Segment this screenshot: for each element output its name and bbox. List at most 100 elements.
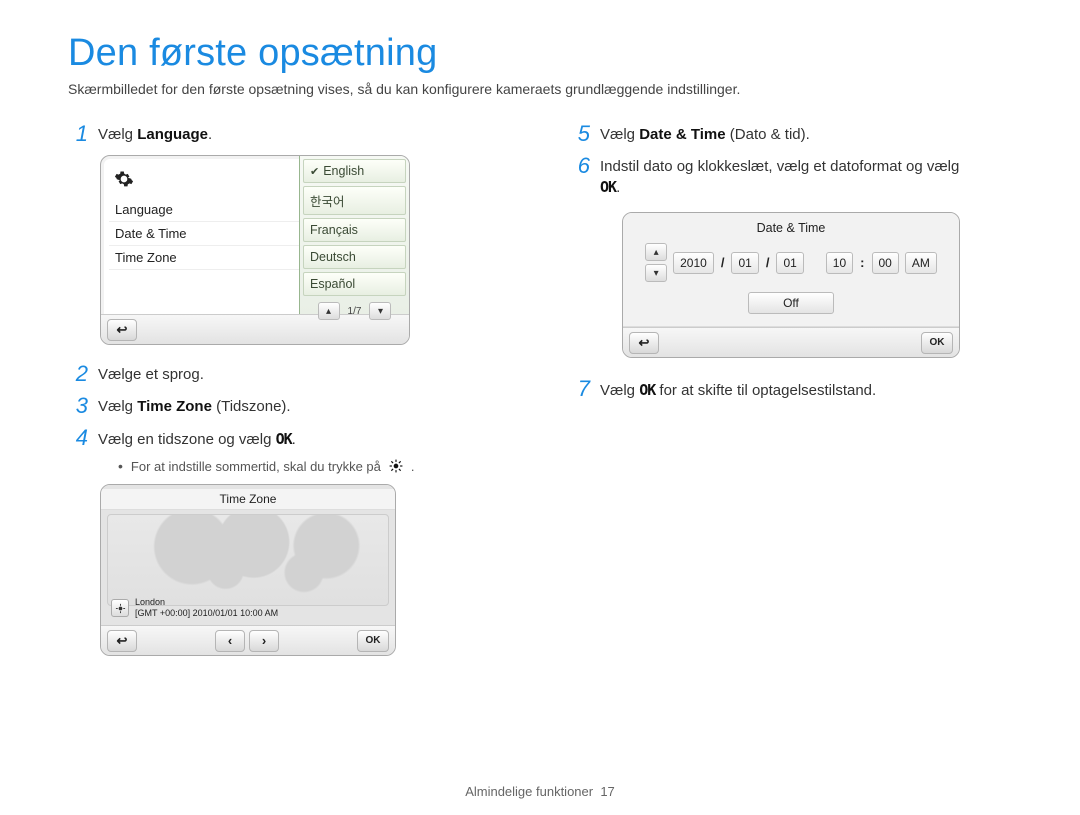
language-option-english[interactable]: ✔ English — [303, 159, 406, 183]
step-3: 3 Vælg Time Zone (Tidszone). — [68, 395, 510, 417]
timezone-title: Time Zone — [101, 489, 395, 510]
option-label: Deutsch — [310, 250, 356, 264]
step-number: 3 — [68, 395, 88, 417]
gear-icon — [111, 166, 137, 192]
step-pre: Indstil dato og klokkeslæt, vælg et dato… — [600, 158, 959, 175]
page-footer: Almindelige funktioner 17 — [0, 784, 1080, 799]
step-text: Vælge et sprog. — [98, 363, 204, 385]
step-1: 1 Vælg Language. — [68, 123, 510, 145]
step-4-bullet: • For at indstille sommertid, skal du tr… — [118, 458, 510, 474]
step-2: 2 Vælge et sprog. — [68, 363, 510, 385]
ampm-cell[interactable]: AM — [905, 252, 937, 274]
bullet-icon: • — [118, 458, 123, 474]
datetime-screen: Date & Time ▴ ▾ 2010 / 01 / 01 10 : — [622, 212, 960, 358]
step-text: Vælg Date & Time (Dato & tid). — [600, 123, 810, 145]
timezone-city: London — [135, 597, 278, 608]
footer-section: Almindelige funktioner — [465, 784, 593, 799]
ok-glyph: OK — [600, 178, 616, 196]
timezone-footer: ↩ ‹ › OK — [101, 625, 395, 655]
step-number: 6 — [570, 155, 590, 177]
hour-cell[interactable]: 10 — [826, 252, 853, 274]
step-pre: Vælg — [98, 398, 137, 415]
next-button[interactable]: › — [249, 630, 279, 652]
timezone-map[interactable] — [107, 514, 389, 606]
nav-group: ‹ › — [215, 630, 279, 652]
manual-page: Den første opsætning Skærmbilledet for d… — [0, 0, 1080, 815]
ok-glyph: OK — [639, 381, 655, 399]
language-pager: ▴ 1/7 ▾ — [303, 299, 406, 323]
step-text: Vælg Time Zone (Tidszone). — [98, 395, 291, 417]
step-5: 5 Vælg Date & Time (Dato & tid). — [570, 123, 1012, 145]
step-4: 4 Vælg en tidszone og vælg OK. — [68, 427, 510, 450]
day-cell[interactable]: 01 — [776, 252, 803, 274]
step-text: Vælg OK for at skifte til optagelsestils… — [600, 378, 876, 401]
back-button[interactable]: ↩ — [629, 332, 659, 354]
timezone-info: London [GMT +00:00] 2010/01/01 10:00 AM — [111, 597, 278, 619]
date-separator: / — [765, 255, 771, 270]
step-text: Indstil dato og klokkeslæt, vælg et dato… — [600, 155, 959, 198]
language-option-spanish[interactable]: Español — [303, 272, 406, 296]
language-body: Language Date & Time Time Zone ✔ English… — [101, 156, 409, 314]
dateformat-off-button[interactable]: Off — [748, 292, 834, 314]
step-pre: Vælg — [600, 126, 639, 143]
pager-label: 1/7 — [342, 306, 368, 317]
bullet-text: For at indstille sommertid, skal du tryk… — [131, 459, 381, 474]
ok-button[interactable]: OK — [357, 630, 389, 652]
language-option-korean[interactable]: 한국어 — [303, 186, 406, 215]
menu-item-timezone[interactable]: Time Zone — [109, 246, 299, 270]
step-post: . — [208, 126, 212, 143]
check-icon: ✔ — [310, 165, 319, 178]
step-text: Vælg Language. — [98, 123, 212, 145]
pager-down-button[interactable]: ▾ — [369, 302, 391, 320]
step-text: Vælg en tidszone og vælg OK. — [98, 427, 296, 450]
language-screen: Language Date & Time Time Zone ✔ English… — [100, 155, 410, 345]
page-subtitle: Skærmbilledet for den første opsætning v… — [68, 81, 1012, 97]
page-title: Den første opsætning — [68, 32, 1012, 75]
dst-sun-icon — [389, 459, 403, 473]
ok-button[interactable]: OK — [921, 332, 953, 354]
back-button[interactable]: ↩ — [107, 319, 137, 341]
step-post: for at skifte til optagelsestilstand. — [655, 382, 876, 399]
option-label: English — [323, 164, 364, 178]
datetime-footer: ↩ OK — [623, 327, 959, 357]
timezone-detail: [GMT +00:00] 2010/01/01 10:00 AM — [135, 608, 278, 619]
step-pre: Vælg en tidszone og vælg — [98, 431, 276, 448]
back-button[interactable]: ↩ — [107, 630, 137, 652]
step-bold: Date & Time — [639, 126, 725, 143]
step-bold: Time Zone — [137, 398, 212, 415]
step-bold: Language — [137, 126, 208, 143]
time-separator: : — [859, 255, 865, 270]
menu-item-datetime[interactable]: Date & Time — [109, 222, 299, 246]
step-post: (Tidszone). — [212, 398, 291, 415]
option-label: Français — [310, 223, 358, 237]
step-number: 4 — [68, 427, 88, 449]
step-number: 2 — [68, 363, 88, 385]
footer-page-number: 17 — [600, 784, 614, 799]
language-option-german[interactable]: Deutsch — [303, 245, 406, 269]
option-label: 한국어 — [310, 191, 345, 210]
year-down-button[interactable]: ▾ — [645, 264, 667, 282]
dst-toggle[interactable] — [111, 599, 129, 617]
timezone-body: Time Zone London [GMT +00:00] 2010/01/01… — [101, 485, 395, 625]
language-options: ✔ English 한국어 Français Deutsch Español ▴… — [299, 156, 409, 314]
step-number: 5 — [570, 123, 590, 145]
settings-menu: Language Date & Time Time Zone — [101, 156, 299, 314]
minute-cell[interactable]: 00 — [872, 252, 899, 274]
month-cell[interactable]: 01 — [731, 252, 758, 274]
step-post: . — [616, 179, 620, 196]
prev-button[interactable]: ‹ — [215, 630, 245, 652]
pager-up-button[interactable]: ▴ — [318, 302, 340, 320]
year-up-button[interactable]: ▴ — [645, 243, 667, 261]
step-post: . — [292, 431, 296, 448]
step-pre: Vælg — [600, 382, 639, 399]
language-option-french[interactable]: Français — [303, 218, 406, 242]
step-6: 6 Indstil dato og klokkeslæt, vælg et da… — [570, 155, 1012, 198]
datetime-row: ▴ ▾ 2010 / 01 / 01 10 : 00 AM — [633, 243, 949, 282]
timezone-lines: London [GMT +00:00] 2010/01/01 10:00 AM — [135, 597, 278, 619]
menu-item-language[interactable]: Language — [109, 198, 299, 222]
year-cell[interactable]: 2010 — [673, 252, 714, 274]
step-number: 7 — [570, 378, 590, 400]
left-column: 1 Vælg Language. Language Date & Time Ti… — [68, 123, 510, 674]
ok-glyph: OK — [276, 430, 292, 448]
step-pre: Vælg — [98, 126, 137, 143]
